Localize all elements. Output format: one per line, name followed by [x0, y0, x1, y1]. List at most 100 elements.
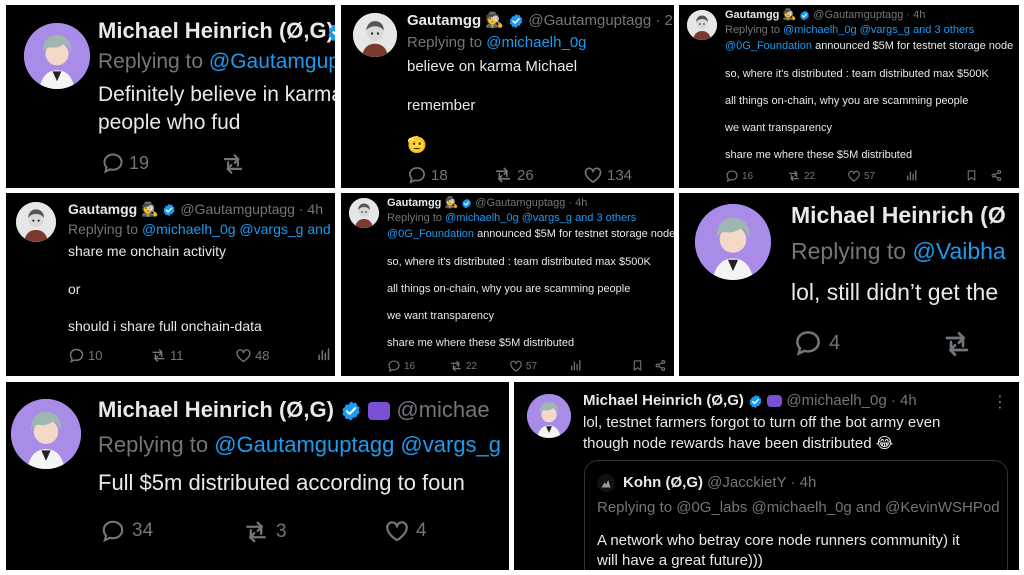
repost-icon: [242, 518, 270, 546]
author-name[interactable]: Gautamgg: [387, 197, 441, 209]
author-name[interactable]: Michael Heinrich (Ø,G): [98, 18, 334, 44]
share-button[interactable]: [990, 169, 1003, 182]
like-button[interactable]: 4: [384, 518, 427, 544]
author-handle[interactable]: @Gautamguptagg · 4h: [813, 9, 925, 21]
replying-handles[interactable]: @Gautamguptagg @vargs_g: [214, 432, 501, 457]
tweet-line-2: so, where it's distributed : team distri…: [725, 68, 989, 80]
author-name[interactable]: Gautamgg: [407, 12, 481, 29]
repost-button[interactable]: [941, 328, 973, 360]
reply-button[interactable]: 10: [68, 347, 102, 364]
line-1-text: announced $5M for testnet storage node: [474, 228, 674, 240]
replying-to: Replying to @Vaibha: [791, 238, 1006, 265]
bookmark-button[interactable]: [631, 359, 644, 372]
like-button[interactable]: 57: [847, 169, 875, 183]
author-handle[interactable]: @michaelh_0g · 4h: [786, 392, 916, 409]
bookmark-icon: [631, 359, 644, 372]
mention-link[interactable]: @0G_Foundation: [387, 228, 474, 240]
avatar[interactable]: [349, 198, 379, 228]
verified-badge-icon: [162, 203, 176, 217]
tweet-panel-2: Gautamgg 🕵 @Gautamguptagg · 2h Replying …: [341, 5, 674, 188]
author-emoji: 🕵: [141, 201, 159, 217]
repost-button[interactable]: 11: [150, 347, 184, 364]
repost-button[interactable]: [220, 151, 246, 177]
reply-button[interactable]: 18: [407, 165, 448, 185]
tweet-body: Full $5m distributed according to foun: [98, 470, 465, 495]
avatar[interactable]: [695, 204, 771, 280]
reply-icon: [387, 359, 401, 373]
bookmark-button[interactable]: [965, 169, 978, 182]
replying-prefix: Replying to: [387, 212, 443, 224]
avatar[interactable]: [353, 13, 397, 57]
tweet-panel-1: Michael Heinrich (Ø,G) Replying to @Gaut…: [6, 5, 335, 188]
repost-button[interactable]: 3: [242, 518, 287, 546]
verified-badge-icon: [326, 20, 335, 44]
reply-button[interactable]: 19: [101, 151, 149, 175]
quote-replying-to: Replying to @0G_labs @michaelh_0g and @K…: [597, 499, 1000, 516]
author-name[interactable]: Michael Heinrich (Ø,G): [583, 392, 744, 409]
replying-handle[interactable]: @Gautamguptagg: [209, 50, 335, 73]
views-button[interactable]: [905, 169, 918, 182]
reply-button[interactable]: 34: [100, 518, 153, 544]
verified-badge-icon: [461, 198, 472, 209]
reply-button[interactable]: 4: [793, 328, 840, 358]
quote-author-handle[interactable]: @JacckietY · 4h: [707, 474, 816, 491]
author-name[interactable]: Gautamgg: [68, 201, 137, 217]
author-name[interactable]: Michael Heinrich (Ø: [791, 202, 1006, 229]
reply-icon: [68, 347, 85, 364]
like-icon: [384, 518, 410, 544]
author-emoji: 🕵: [485, 12, 505, 29]
tweet-body-line-2: people who fud: [98, 111, 241, 134]
like-button[interactable]: 134: [583, 165, 632, 185]
avatar[interactable]: [16, 202, 56, 242]
repost-button[interactable]: 26: [493, 165, 534, 185]
repost-count: 26: [517, 166, 534, 184]
replying-handles[interactable]: @michaelh_0g @vargs_g and 3 others: [783, 24, 974, 36]
tweet-line-3: all things on-chain, why you are scammin…: [387, 283, 631, 295]
quoted-tweet[interactable]: Kohn (Ø,G) @JacckietY · 4h Replying to @…: [584, 460, 1008, 570]
author-handle[interactable]: @Gautamguptagg · 4h: [475, 197, 587, 209]
repost-count: 22: [804, 170, 816, 182]
tweet-line-1: share me onchain activity: [68, 243, 226, 259]
like-count: 4: [416, 520, 427, 541]
tweet-line-1: @0G_Foundation announced $5M for testnet…: [725, 40, 1013, 52]
author-handle[interactable]: @Gautamguptagg · 4h: [180, 201, 323, 217]
author-handle[interactable]: @michae: [396, 397, 489, 422]
share-button[interactable]: [654, 359, 667, 372]
author-handle[interactable]: @Gautamguptagg · 2h: [528, 12, 674, 29]
quote-avatar[interactable]: [597, 474, 615, 492]
tweet-line-2: so, where it's distributed : team distri…: [387, 256, 651, 268]
quote-header: Kohn (Ø,G) @JacckietY · 4h: [623, 474, 816, 491]
like-button[interactable]: 48: [235, 347, 269, 364]
tweet-body: lol, still didn’t get the: [791, 279, 999, 305]
more-options-button[interactable]: ⋮: [992, 392, 1008, 412]
reply-button[interactable]: 16: [387, 359, 415, 373]
reply-button[interactable]: 16: [725, 169, 753, 183]
mention-link[interactable]: @0G_Foundation: [725, 40, 812, 52]
quote-author-name[interactable]: Kohn (Ø,G): [623, 474, 703, 491]
reply-icon: [100, 518, 126, 544]
author-name[interactable]: Michael Heinrich (Ø,G): [98, 397, 334, 422]
reply-count: 16: [742, 170, 754, 182]
repost-icon: [150, 347, 167, 364]
replying-handle[interactable]: @michaelh_0g: [486, 34, 586, 51]
repost-button[interactable]: 22: [449, 359, 477, 373]
avatar[interactable]: [24, 23, 90, 89]
tweet-body-line-1: Definitely believe in karma: [98, 83, 335, 106]
views-icon: [905, 169, 918, 182]
repost-button[interactable]: 22: [787, 169, 815, 183]
tweet-line-2: or: [68, 281, 81, 297]
like-button[interactable]: 57: [509, 359, 537, 373]
author-name[interactable]: Gautamgg: [725, 9, 779, 21]
avatar[interactable]: [527, 394, 571, 438]
affiliate-badge-icon: [767, 395, 783, 408]
avatar[interactable]: [687, 10, 717, 40]
replying-handles[interactable]: @michaelh_0g @vargs_g and 3: [142, 221, 335, 237]
tweet-panel-3: Gautamgg 🕵 @Gautamguptagg · 4h Replying …: [679, 5, 1019, 188]
quote-body-line-1: A network who betray core node runners c…: [597, 532, 960, 549]
views-button[interactable]: [316, 347, 331, 362]
views-button[interactable]: [569, 359, 582, 372]
replying-prefix: Replying to: [98, 50, 204, 73]
replying-handles[interactable]: @michaelh_0g @vargs_g and 3 others: [445, 212, 636, 224]
avatar[interactable]: [11, 399, 81, 469]
replying-handle[interactable]: @Vaibha: [912, 238, 1005, 264]
